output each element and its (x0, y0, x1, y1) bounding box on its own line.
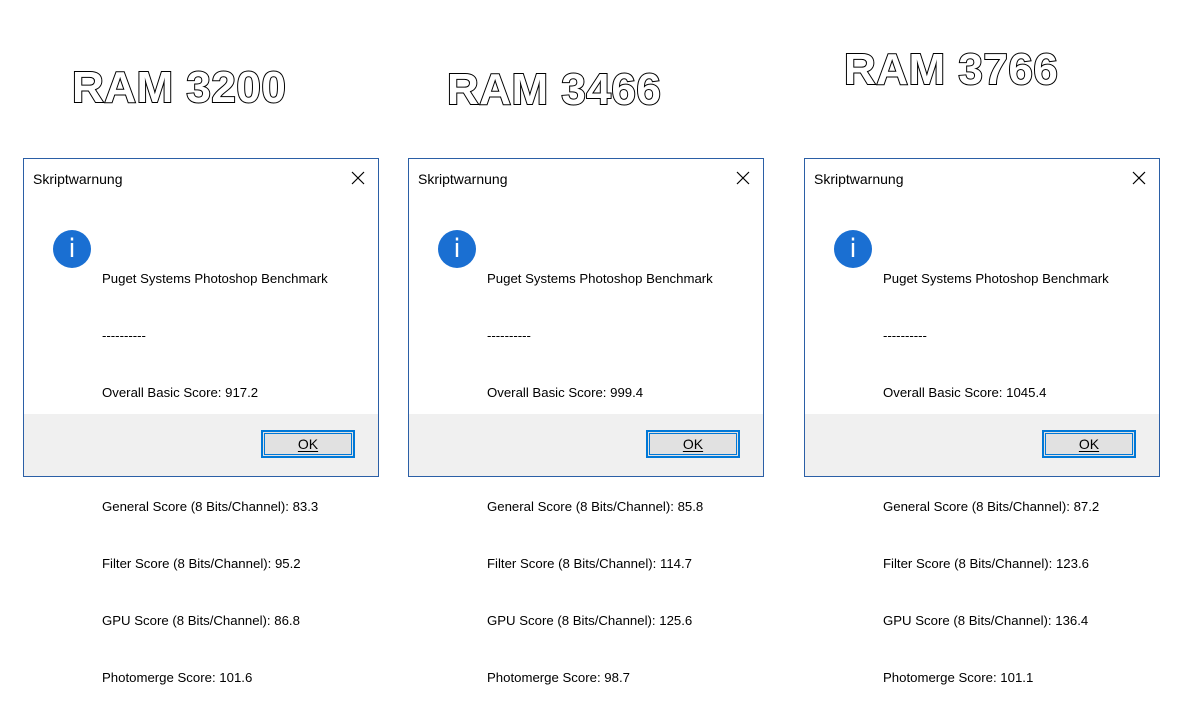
script-warning-dialog: Skriptwarnung i Puget Systems Photoshop … (23, 158, 379, 685)
ok-button[interactable]: OK (1042, 430, 1136, 458)
close-icon (351, 171, 365, 185)
panel-ram-3466: RAM 3466 Skriptwarnung i Puget Systems P… (408, 0, 764, 685)
info-icon: i (834, 230, 872, 268)
heading: RAM 3200 (71, 62, 287, 113)
message-line: General Score (8 Bits/Channel): 87.2 (883, 499, 1100, 514)
message-line: General Score (8 Bits/Channel): 83.3 (102, 499, 319, 514)
message-line: Puget Systems Photoshop Benchmark (883, 271, 1109, 286)
ok-button-label: OK (1078, 436, 1100, 452)
title-bar: Skriptwarnung (805, 159, 1159, 199)
message-line: Puget Systems Photoshop Benchmark (102, 271, 328, 286)
message-line: General Score (8 Bits/Channel): 85.8 (487, 499, 704, 514)
script-warning-dialog: Skriptwarnung i Puget Systems Photoshop … (408, 158, 764, 685)
message-line: ---------- (102, 328, 146, 343)
info-icon: i (53, 230, 91, 268)
message-line: GPU Score (8 Bits/Channel): 86.8 (102, 613, 300, 628)
info-icon: i (438, 230, 476, 268)
script-warning-dialog: Skriptwarnung i Puget Systems Photoshop … (804, 158, 1160, 685)
message-line: Filter Score (8 Bits/Channel): 95.2 (102, 556, 301, 571)
dialog-footer: OK (805, 414, 1159, 476)
heading: RAM 3466 (446, 64, 662, 115)
dialog-title: Skriptwarnung (33, 171, 123, 187)
message-line: Filter Score (8 Bits/Channel): 123.6 (883, 556, 1089, 571)
ok-button-label: OK (297, 436, 319, 452)
message-line: Filter Score (8 Bits/Channel): 114.7 (487, 556, 692, 571)
message-text: Puget Systems Photoshop Benchmark ------… (487, 231, 713, 725)
heading: RAM 3766 (843, 44, 1059, 95)
ok-button-label: OK (682, 436, 704, 452)
message-line: GPU Score (8 Bits/Channel): 125.6 (487, 613, 693, 628)
panel-ram-3766: RAM 3766 Skriptwarnung i Puget Systems P… (804, 0, 1160, 685)
close-button[interactable] (1119, 159, 1159, 197)
message-line: Puget Systems Photoshop Benchmark (487, 271, 713, 286)
message-text: Puget Systems Photoshop Benchmark ------… (102, 231, 328, 725)
title-bar: Skriptwarnung (24, 159, 378, 199)
message-line: ---------- (883, 328, 927, 343)
message-line: Overall Basic Score: 1045.4 (883, 385, 1047, 400)
dialog-title: Skriptwarnung (418, 171, 508, 187)
close-button[interactable] (723, 159, 763, 197)
ok-button[interactable]: OK (646, 430, 740, 458)
close-button[interactable] (338, 159, 378, 197)
message-line: Photomerge Score: 101.1 (883, 670, 1034, 685)
close-icon (736, 171, 750, 185)
dialog-title: Skriptwarnung (814, 171, 904, 187)
dialog-footer: OK (24, 414, 378, 476)
message-line: ---------- (487, 328, 531, 343)
ok-button[interactable]: OK (261, 430, 355, 458)
close-icon (1132, 171, 1146, 185)
message-line: GPU Score (8 Bits/Channel): 136.4 (883, 613, 1089, 628)
message-line: Photomerge Score: 101.6 (102, 670, 253, 685)
message-line: Photomerge Score: 98.7 (487, 670, 630, 685)
message-line: Overall Basic Score: 999.4 (487, 385, 644, 400)
message-line: Overall Basic Score: 917.2 (102, 385, 259, 400)
message-text: Puget Systems Photoshop Benchmark ------… (883, 231, 1109, 725)
title-bar: Skriptwarnung (409, 159, 763, 199)
panel-ram-3200: RAM 3200 Skriptwarnung i Puget Systems P… (23, 0, 379, 685)
dialog-footer: OK (409, 414, 763, 476)
